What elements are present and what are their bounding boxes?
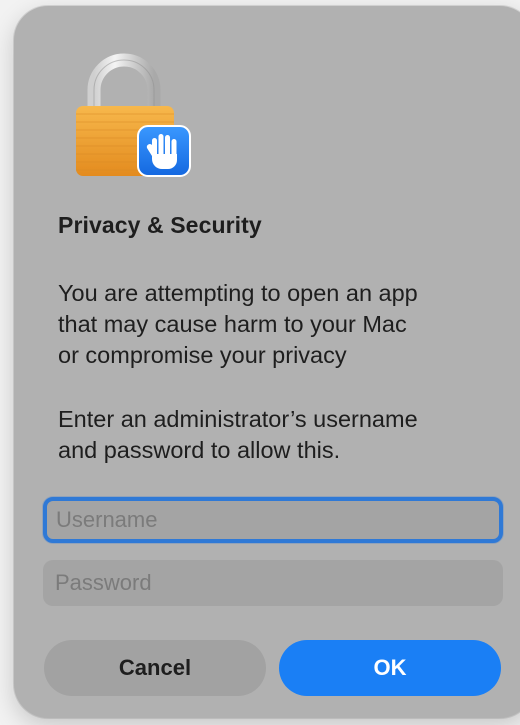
username-field[interactable] bbox=[43, 497, 503, 543]
privacy-security-dialog: Privacy & Security You are attempting to… bbox=[14, 6, 520, 718]
message-line: or compromise your privacy bbox=[58, 342, 347, 368]
instruction-line: Enter an administrator’s username bbox=[58, 406, 418, 432]
instruction-line: and password to allow this. bbox=[58, 437, 341, 463]
cancel-button[interactable]: Cancel bbox=[44, 640, 266, 696]
dialog-title: Privacy & Security bbox=[58, 212, 262, 238]
lock-with-hand-icon bbox=[76, 53, 191, 177]
dialog-instruction: Enter an administrator’s username and pa… bbox=[58, 404, 498, 466]
message-line: You are attempting to open an app bbox=[58, 280, 418, 306]
dialog-message: You are attempting to open an app that m… bbox=[58, 278, 498, 371]
password-field[interactable] bbox=[43, 560, 503, 606]
ok-button[interactable]: OK bbox=[279, 640, 501, 696]
message-line: that may cause harm to your Mac bbox=[58, 311, 407, 337]
